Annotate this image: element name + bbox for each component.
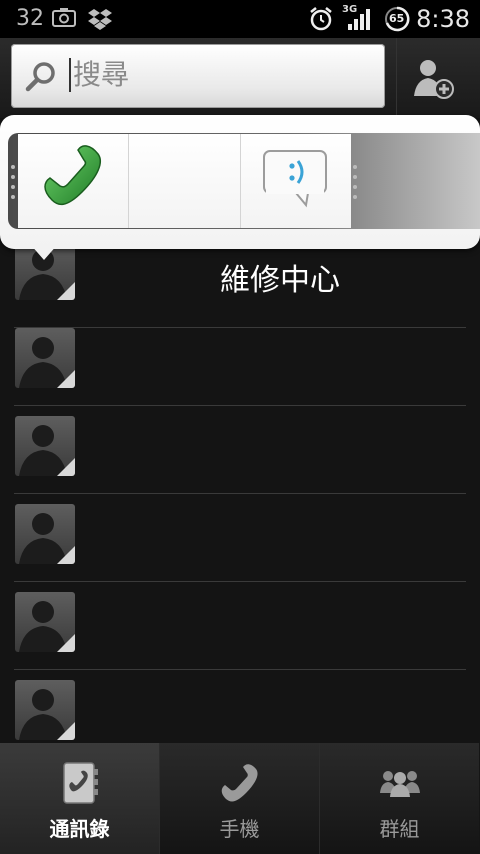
phone-icon bbox=[38, 142, 108, 220]
add-contact-icon[interactable] bbox=[412, 56, 456, 104]
search-placeholder: 搜尋 bbox=[69, 58, 129, 92]
status-bar: 32 3G 65 8:38 bbox=[0, 0, 480, 38]
tab-label: 通訊錄 bbox=[49, 817, 110, 841]
contact-name: 維修中心 bbox=[220, 263, 340, 298]
list-item[interactable]: 維修中心 bbox=[0, 240, 480, 328]
avatar bbox=[15, 592, 75, 652]
avatar bbox=[15, 328, 75, 388]
signal-icon bbox=[346, 8, 372, 34]
avatar bbox=[15, 416, 75, 476]
battery-icon: 65 bbox=[384, 6, 410, 36]
tab-groups[interactable]: 群組 bbox=[320, 743, 479, 854]
divider bbox=[396, 38, 397, 118]
list-item[interactable] bbox=[0, 670, 480, 743]
message-icon bbox=[262, 149, 330, 213]
contacts-book-icon bbox=[60, 761, 100, 809]
search-input[interactable]: 搜尋 bbox=[11, 44, 385, 108]
alarm-icon bbox=[308, 6, 334, 36]
tab-phone[interactable]: 手機 bbox=[160, 743, 320, 854]
tab-label: 手機 bbox=[219, 817, 260, 841]
search-bar-row: 搜尋 bbox=[0, 38, 480, 118]
tab-label: 群組 bbox=[379, 817, 420, 841]
quick-contact-actions bbox=[8, 133, 480, 229]
popup-pointer bbox=[30, 244, 58, 260]
empty-action-slot bbox=[129, 134, 241, 228]
avatar bbox=[15, 504, 75, 564]
notification-count: 32 bbox=[16, 6, 44, 31]
contact-list: 維修中心 bbox=[0, 240, 480, 743]
phone-icon bbox=[218, 761, 262, 809]
list-item[interactable] bbox=[0, 406, 480, 494]
clock: 8:38 bbox=[416, 5, 470, 33]
tab-bar: 通訊錄 手機 群組 bbox=[0, 743, 480, 854]
dropbox-icon bbox=[88, 8, 112, 34]
search-icon bbox=[25, 60, 57, 96]
list-item[interactable] bbox=[0, 318, 480, 406]
screenshot-icon bbox=[52, 8, 76, 32]
call-button[interactable] bbox=[18, 134, 130, 228]
battery-level: 65 bbox=[389, 12, 405, 25]
group-icon bbox=[378, 767, 422, 803]
quick-contact-popup bbox=[0, 115, 480, 249]
tab-contacts[interactable]: 通訊錄 bbox=[0, 743, 160, 854]
avatar bbox=[15, 680, 75, 740]
sms-button[interactable] bbox=[240, 134, 351, 228]
list-item[interactable] bbox=[0, 494, 480, 582]
list-item[interactable] bbox=[0, 582, 480, 670]
